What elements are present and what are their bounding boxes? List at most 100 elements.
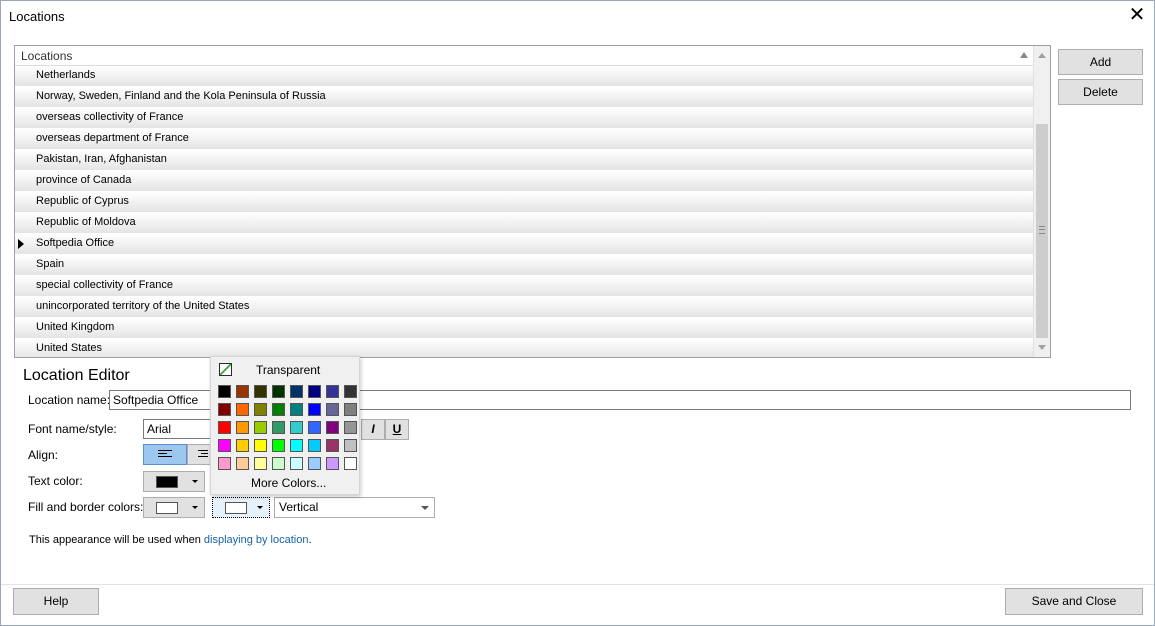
color-swatch[interactable]: [344, 421, 357, 434]
delete-button[interactable]: Delete: [1058, 79, 1143, 105]
scroll-up-button[interactable]: [1034, 48, 1050, 64]
color-swatch[interactable]: [344, 403, 357, 416]
table-row[interactable]: Norway, Sweden, Finland and the Kola Pen…: [15, 87, 1034, 108]
color-swatch[interactable]: [254, 439, 267, 452]
underline-button[interactable]: U: [385, 419, 409, 440]
color-swatch[interactable]: [326, 385, 339, 398]
color-swatch[interactable]: [272, 421, 285, 434]
scroll-up-icon: [1038, 53, 1046, 58]
color-swatch[interactable]: [254, 421, 267, 434]
chevron-down-icon: [257, 506, 263, 509]
table-row[interactable]: Spain: [15, 255, 1034, 276]
color-swatch[interactable]: [308, 421, 321, 434]
color-swatch[interactable]: [290, 439, 303, 452]
locations-grid[interactable]: Locations Netherlands Norway, Sweden, Fin…: [14, 45, 1051, 358]
color-swatch[interactable]: [290, 385, 303, 398]
fill-color-picker[interactable]: [143, 497, 205, 518]
text-color-picker[interactable]: [143, 471, 205, 492]
gradient-direction-select[interactable]: Vertical: [274, 497, 435, 518]
location-cell: United Kingdom: [36, 321, 115, 333]
font-name-input[interactable]: Arial: [143, 419, 211, 439]
location-cell: Republic of Moldova: [36, 216, 136, 228]
location-name-value: Softpedia Office: [113, 393, 199, 407]
location-name-label: Location name:: [28, 393, 111, 407]
more-colors-option[interactable]: More Colors...: [251, 476, 326, 490]
close-icon[interactable]: ✕: [1126, 4, 1148, 26]
color-swatch[interactable]: [236, 403, 249, 416]
add-button[interactable]: Add: [1058, 49, 1143, 75]
note-suffix: .: [308, 534, 312, 546]
table-row[interactable]: province of Canada: [15, 171, 1034, 192]
color-swatch[interactable]: [236, 421, 249, 434]
color-swatch[interactable]: [326, 403, 339, 416]
color-swatch[interactable]: [236, 439, 249, 452]
align-right-button[interactable]: [187, 444, 211, 465]
location-cell: special collectivity of France: [36, 279, 173, 291]
table-row[interactable]: overseas collectivity of France: [15, 108, 1034, 129]
align-label: Align:: [28, 448, 59, 462]
color-swatch[interactable]: [272, 385, 285, 398]
table-row[interactable]: Softpedia Office: [15, 234, 1034, 255]
color-swatch[interactable]: [218, 421, 231, 434]
save-and-close-button[interactable]: Save and Close: [1005, 588, 1143, 615]
table-row[interactable]: Republic of Moldova: [15, 213, 1034, 234]
table-row[interactable]: Netherlands: [15, 66, 1034, 87]
table-row[interactable]: United Kingdom: [15, 318, 1034, 339]
color-swatch[interactable]: [308, 439, 321, 452]
scroll-thumb[interactable]: [1036, 124, 1048, 338]
table-row[interactable]: Republic of Cyprus: [15, 192, 1034, 213]
color-swatch[interactable]: [218, 457, 231, 470]
transparent-option[interactable]: Transparent: [256, 363, 320, 377]
table-row[interactable]: United States: [15, 339, 1034, 357]
align-left-icon: [158, 450, 172, 459]
chevron-down-icon: [421, 506, 429, 510]
italic-button[interactable]: I: [361, 419, 385, 440]
align-left-button[interactable]: [143, 444, 187, 465]
fill-color-swatch: [156, 502, 178, 514]
color-swatch[interactable]: [218, 439, 231, 452]
color-swatch[interactable]: [236, 457, 249, 470]
color-swatch[interactable]: [308, 403, 321, 416]
displaying-by-location-link[interactable]: displaying by location: [204, 534, 309, 546]
chevron-down-icon: [192, 506, 198, 509]
column-header-locations[interactable]: Locations: [21, 49, 72, 63]
table-row[interactable]: special collectivity of France: [15, 276, 1034, 297]
color-swatch[interactable]: [326, 457, 339, 470]
locations-dialog: Locations ✕ Locations Netherlands Norway,…: [0, 0, 1155, 626]
transparent-icon[interactable]: [219, 363, 232, 376]
color-swatch[interactable]: [344, 457, 357, 470]
color-swatch[interactable]: [308, 385, 321, 398]
location-cell: Norway, Sweden, Finland and the Kola Pen…: [36, 90, 326, 102]
table-row[interactable]: overseas department of France: [15, 129, 1034, 150]
border-color-picker[interactable]: [212, 497, 270, 518]
table-row[interactable]: unincorporated territory of the United S…: [15, 297, 1034, 318]
table-row[interactable]: Pakistan, Iran, Afghanistan: [15, 150, 1034, 171]
color-swatch[interactable]: [344, 439, 357, 452]
chevron-down-icon: [192, 480, 198, 483]
color-swatch[interactable]: [308, 457, 321, 470]
color-swatch[interactable]: [254, 403, 267, 416]
color-swatch[interactable]: [290, 421, 303, 434]
color-swatch[interactable]: [236, 385, 249, 398]
color-swatch[interactable]: [254, 385, 267, 398]
color-swatch[interactable]: [290, 457, 303, 470]
color-swatch[interactable]: [218, 403, 231, 416]
color-swatch[interactable]: [218, 385, 231, 398]
color-swatch[interactable]: [272, 457, 285, 470]
vertical-scrollbar[interactable]: [1033, 46, 1050, 357]
title-bar: Locations ✕: [1, 1, 1154, 32]
help-button[interactable]: Help: [13, 588, 99, 615]
color-swatch[interactable]: [254, 457, 267, 470]
grid-header[interactable]: Locations: [15, 46, 1034, 66]
color-swatch[interactable]: [326, 439, 339, 452]
color-swatch[interactable]: [326, 421, 339, 434]
color-swatch[interactable]: [272, 403, 285, 416]
color-swatch[interactable]: [344, 385, 357, 398]
window-title: Locations: [9, 9, 65, 24]
grid-rows: Netherlands Norway, Sweden, Finland and t…: [15, 66, 1034, 357]
color-swatch[interactable]: [272, 439, 285, 452]
scroll-down-button[interactable]: [1034, 339, 1050, 355]
location-cell: Republic of Cyprus: [36, 195, 129, 207]
location-cell: province of Canada: [36, 174, 132, 186]
color-swatch[interactable]: [290, 403, 303, 416]
